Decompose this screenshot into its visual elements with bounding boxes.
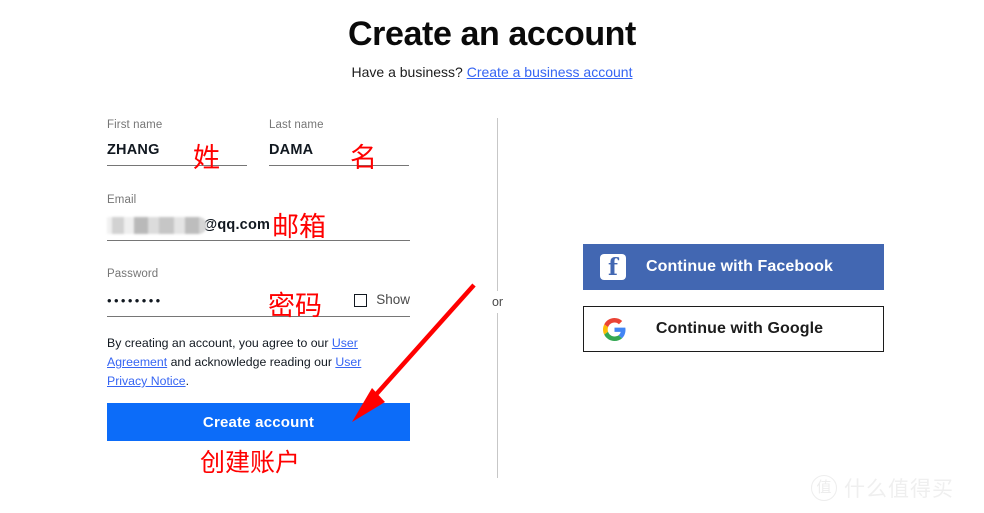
- terms-part-1: By creating an account, you agree to our: [107, 336, 332, 350]
- show-password-toggle[interactable]: Show: [354, 292, 410, 308]
- business-prompt-text: Have a business?: [351, 64, 463, 80]
- annotation-password: 密码: [268, 291, 322, 322]
- show-password-checkbox[interactable]: [354, 293, 368, 307]
- google-button-label: Continue with Google: [655, 320, 824, 337]
- facebook-button-label: Continue with Facebook: [645, 258, 834, 275]
- show-password-label: Show: [376, 292, 410, 307]
- social-signin-group: Continue with Facebook Continue with Goo…: [583, 244, 884, 352]
- facebook-icon: [600, 254, 626, 281]
- last-name-label: Last name: [269, 119, 324, 131]
- first-name-underline: [107, 165, 247, 166]
- google-icon: [601, 316, 627, 342]
- email-field[interactable]: Email @qq.com: [107, 193, 410, 241]
- email-label: Email: [107, 194, 137, 206]
- divider-or-label: or: [486, 291, 509, 313]
- email-underline: [107, 240, 410, 241]
- password-field[interactable]: Password •••••••• Show: [107, 267, 410, 317]
- terms-part-2: and acknowledge reading our: [167, 355, 336, 369]
- business-account-prompt: Have a business? Create a business accou…: [0, 63, 984, 81]
- last-name-underline: [269, 165, 409, 166]
- watermark-text: 什么值得买: [844, 477, 954, 501]
- email-redaction-blur: [107, 216, 207, 234]
- terms-part-3: .: [185, 374, 190, 388]
- first-name-value: ZHANG: [107, 142, 160, 158]
- first-name-field[interactable]: First name ZHANG: [107, 118, 247, 166]
- annotation-create-account: 创建账户: [200, 448, 301, 477]
- email-value: @qq.com: [107, 215, 410, 235]
- watermark: 值 什么值得买: [811, 473, 954, 503]
- first-name-label: First name: [107, 119, 163, 131]
- annotation-email: 邮箱: [272, 212, 326, 243]
- page-header: Create an account Have a business? Creat…: [0, 14, 984, 81]
- page-title: Create an account: [348, 15, 636, 53]
- terms-text: By creating an account, you agree to our…: [107, 334, 382, 391]
- annotation-last-name: 名: [350, 143, 377, 174]
- password-underline: [107, 316, 410, 317]
- annotation-first-name: 姓: [193, 143, 220, 174]
- watermark-badge: 值: [811, 475, 837, 501]
- create-account-button[interactable]: Create account: [107, 403, 410, 441]
- email-domain-text: @qq.com: [203, 217, 271, 233]
- last-name-field[interactable]: Last name DAMA: [269, 118, 409, 166]
- create-business-account-link[interactable]: Create a business account: [467, 64, 633, 80]
- last-name-value: DAMA: [269, 142, 314, 158]
- password-label: Password: [107, 268, 159, 280]
- continue-with-facebook-button[interactable]: Continue with Facebook: [583, 244, 884, 290]
- continue-with-google-button[interactable]: Continue with Google: [583, 306, 884, 352]
